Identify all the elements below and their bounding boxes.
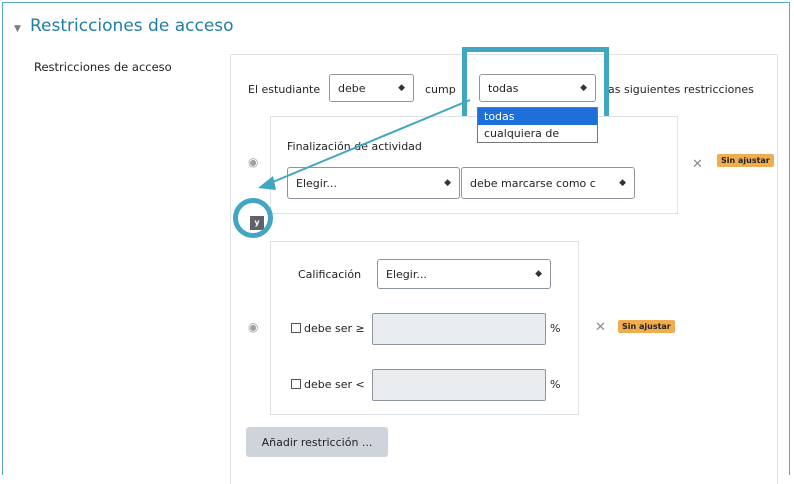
max-grade-label[interactable]: debe ser <	[291, 378, 365, 391]
grade-item-select[interactable]: Elegir... ◆	[377, 259, 551, 289]
sentence-verb: cump r	[425, 83, 466, 96]
scope-option-todas[interactable]: todas	[478, 108, 597, 125]
eye-icon[interactable]: ◉	[248, 155, 258, 169]
scope-dropdown-list[interactable]: todas cualquiera de	[477, 107, 598, 143]
max-grade-text: debe ser <	[304, 378, 365, 391]
max-percent-label: %	[550, 378, 561, 391]
status-badge: Sin ajustar	[618, 320, 675, 333]
eye-icon[interactable]: ◉	[248, 320, 258, 334]
collapse-caret-icon[interactable]: ▼	[14, 24, 21, 34]
min-grade-checkbox[interactable]	[291, 323, 301, 333]
sentence-prefix: El estudiante	[248, 83, 321, 96]
max-grade-input[interactable]	[372, 369, 546, 401]
add-restriction-button[interactable]: Añadir restricción ...	[246, 427, 388, 457]
section-title[interactable]: Restricciones de acceso	[30, 16, 234, 36]
circle-annotation	[233, 198, 273, 238]
select-arrow-icon: ◆	[444, 178, 451, 188]
min-grade-input[interactable]	[372, 313, 546, 345]
min-grade-label[interactable]: debe ser ≥	[291, 322, 365, 335]
mode-select[interactable]: debe ◆	[329, 74, 414, 102]
completion-state-select[interactable]: debe marcarse como c ◆	[461, 167, 635, 199]
mode-select-value: debe	[338, 81, 366, 95]
select-arrow-icon: ◆	[398, 83, 405, 93]
sentence-suffix: as siguientes restricciones	[608, 83, 754, 96]
sentence-verb-start: cump	[425, 83, 456, 96]
min-grade-text: debe ser ≥	[304, 322, 365, 335]
activity-condition-title: Finalización de actividad	[287, 140, 422, 153]
activity-select-value: Elegir...	[296, 176, 337, 190]
close-icon[interactable]: ✕	[595, 320, 606, 335]
select-arrow-icon: ◆	[619, 178, 626, 188]
scope-option-cualquiera[interactable]: cualquiera de	[478, 125, 597, 142]
grade-item-value: Elegir...	[386, 267, 427, 281]
grade-condition-label: Calificación	[298, 268, 362, 281]
close-icon[interactable]: ✕	[692, 157, 703, 172]
field-label: Restricciones de acceso	[34, 60, 172, 74]
max-grade-checkbox[interactable]	[291, 379, 301, 389]
activity-select[interactable]: Elegir... ◆	[287, 167, 460, 199]
select-arrow-icon: ◆	[535, 269, 542, 279]
status-badge: Sin ajustar	[717, 154, 774, 167]
min-percent-label: %	[550, 322, 561, 335]
condition-activity-box	[270, 116, 678, 214]
completion-state-value: debe marcarse como c	[470, 176, 596, 190]
